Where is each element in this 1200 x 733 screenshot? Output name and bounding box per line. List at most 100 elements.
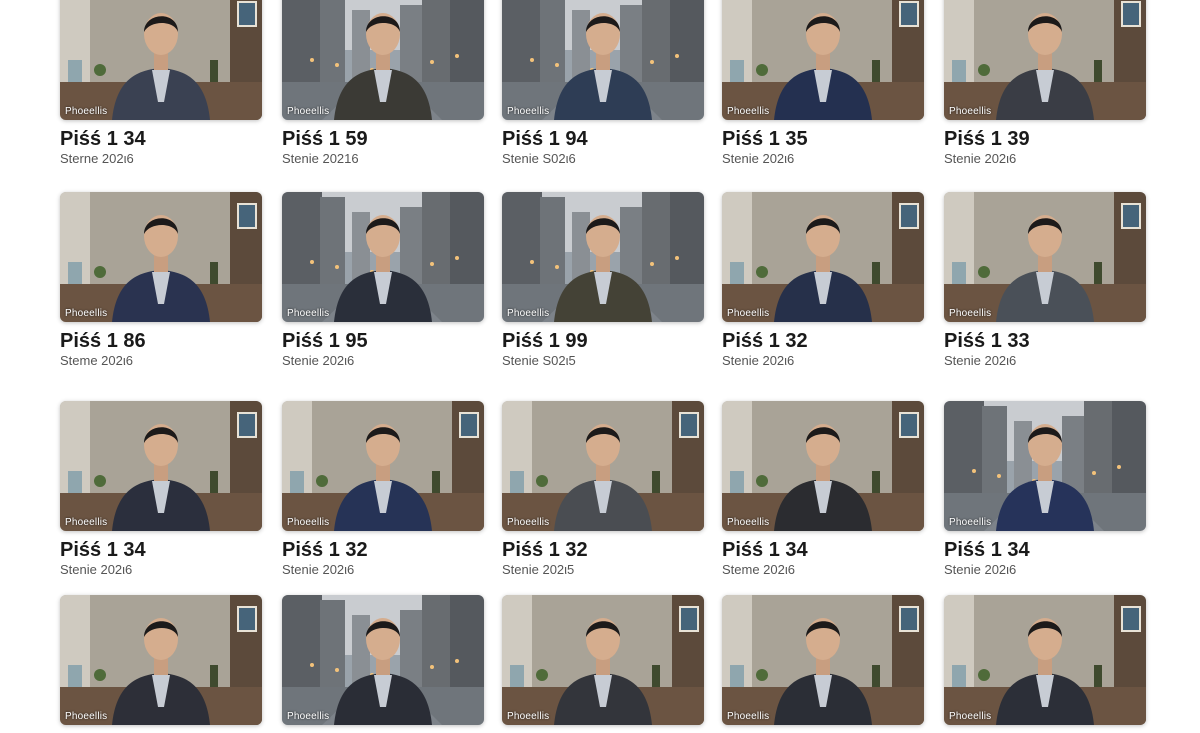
portrait-image <box>60 192 262 322</box>
photo-badge: Phoeellis <box>949 308 992 319</box>
photo-thumbnail[interactable]: Phoeellis <box>944 192 1146 322</box>
photo-card[interactable]: Phoeellis Piśś 1 35 Stenie 202ι6 <box>722 0 926 167</box>
photo-badge: Phoeellis <box>287 711 330 722</box>
photo-badge: Phoeellis <box>507 711 550 722</box>
photo-card[interactable]: Phoeellis Piśś 1 99 Stenie S02ι5 <box>502 192 706 369</box>
portrait-image <box>944 595 1146 725</box>
portrait-image <box>944 0 1146 120</box>
photo-card[interactable]: Phoeellis <box>502 595 706 733</box>
photo-card[interactable]: Phoeellis <box>282 595 486 733</box>
portrait-image <box>944 401 1146 531</box>
photo-badge: Phoeellis <box>507 517 550 528</box>
portrait-image <box>282 0 484 120</box>
photo-badge: Phoeellis <box>65 308 108 319</box>
photo-card[interactable]: Phoeellis Piśś 1 34 Stenie 202ι6 <box>944 401 1148 578</box>
photo-card[interactable]: Phoeellis Piśś 1 34 Sterne 202ι6 <box>60 0 264 167</box>
photo-thumbnail[interactable]: Phoeellis <box>722 401 924 531</box>
photo-card[interactable]: Phoeellis Piśś 1 34 Stenie 202ι6 <box>60 401 264 578</box>
photo-subtitle: Stenie S02ι5 <box>502 353 576 368</box>
photo-subtitle: Steme 202ι6 <box>722 562 795 577</box>
photo-title: Piśś 1 35 <box>722 128 808 150</box>
photo-badge: Phoeellis <box>65 517 108 528</box>
portrait-image <box>722 401 924 531</box>
photo-card[interactable]: Phoeellis Piśś 1 94 Stenie S02ι6 <box>502 0 706 167</box>
photo-title: Piśś 1 34 <box>944 539 1030 561</box>
photo-thumbnail[interactable]: Phoeellis <box>502 595 704 725</box>
photo-thumbnail[interactable]: Phoeellis <box>282 0 484 120</box>
photo-thumbnail[interactable]: Phoeellis <box>722 595 924 725</box>
photo-card[interactable]: Phoeellis Piśś 1 86 Steme 202ι6 <box>60 192 264 369</box>
photo-title: Piśś 1 86 <box>60 330 146 352</box>
photo-badge: Phoeellis <box>949 517 992 528</box>
photo-thumbnail[interactable]: Phoeellis <box>502 192 704 322</box>
photo-thumbnail[interactable]: Phoeellis <box>944 0 1146 120</box>
photo-title: Piśś 1 39 <box>944 128 1030 150</box>
photo-card[interactable]: Phoeellis Piśś 1 34 Steme 202ι6 <box>722 401 926 578</box>
photo-subtitle: Stenie 202ι6 <box>944 353 1017 368</box>
portrait-image <box>282 401 484 531</box>
photo-thumbnail[interactable]: Phoeellis <box>60 595 262 725</box>
photo-card[interactable]: Phoeellis Piśś 1 32 Stenie 202ι5 <box>502 401 706 578</box>
portrait-image <box>944 192 1146 322</box>
portrait-image <box>60 401 262 531</box>
photo-badge: Phoeellis <box>507 308 550 319</box>
portrait-image <box>282 595 484 725</box>
photo-title: Piśś 1 34 <box>722 539 808 561</box>
photo-card[interactable]: Phoeellis Piśś 1 39 Stenie 202ι6 <box>944 0 1148 167</box>
photo-thumbnail[interactable]: Phoeellis <box>944 595 1146 725</box>
photo-subtitle: Stenie 202ι6 <box>282 562 355 577</box>
photo-subtitle: Stenie 202ι6 <box>282 353 355 368</box>
photo-card[interactable]: Phoeellis <box>60 595 264 733</box>
photo-subtitle: Stenie 202ι6 <box>944 151 1017 166</box>
photo-subtitle: Stenie 202ι6 <box>722 151 795 166</box>
photo-badge: Phoeellis <box>287 308 330 319</box>
photo-subtitle: Stenie 202ι5 <box>502 562 575 577</box>
photo-thumbnail[interactable]: Phoeellis <box>502 0 704 120</box>
photo-card[interactable]: Phoeellis <box>722 595 926 733</box>
photo-thumbnail[interactable]: Phoeellis <box>60 192 262 322</box>
photo-title: Piśś 1 95 <box>282 330 368 352</box>
photo-thumbnail[interactable]: Phoeellis <box>60 401 262 531</box>
photo-title: Piśś 1 34 <box>60 539 146 561</box>
photo-title: Piśś 1 34 <box>60 128 146 150</box>
photo-subtitle: Stenie 202ι6 <box>722 353 795 368</box>
photo-thumbnail[interactable]: Phoeellis <box>282 192 484 322</box>
portrait-image <box>502 0 704 120</box>
photo-subtitle: Steme 202ι6 <box>60 353 133 368</box>
photo-title: Piśś 1 99 <box>502 330 588 352</box>
photo-badge: Phoeellis <box>727 711 770 722</box>
photo-thumbnail[interactable]: Phoeellis <box>282 401 484 531</box>
photo-badge: Phoeellis <box>727 308 770 319</box>
photo-badge: Phoeellis <box>65 106 108 117</box>
photo-card[interactable]: Phoeellis <box>944 595 1148 733</box>
photo-card[interactable]: Phoeellis Piśś 1 59 Stenie 20216 <box>282 0 486 167</box>
portrait-image <box>722 595 924 725</box>
portrait-image <box>722 0 924 120</box>
portrait-image <box>502 192 704 322</box>
photo-card[interactable]: Phoeellis Piśś 1 95 Stenie 202ι6 <box>282 192 486 369</box>
photo-title: Piśś 1 32 <box>282 539 368 561</box>
photo-card[interactable]: Phoeellis Piśś 1 33 Stenie 202ι6 <box>944 192 1148 369</box>
photo-card[interactable]: Phoeellis Piśś 1 32 Stenie 202ι6 <box>282 401 486 578</box>
photo-thumbnail[interactable]: Phoeellis <box>722 192 924 322</box>
photo-badge: Phoeellis <box>949 711 992 722</box>
photo-subtitle: Stenie 202ι6 <box>60 562 133 577</box>
photo-thumbnail[interactable]: Phoeellis <box>944 401 1146 531</box>
photo-badge: Phoeellis <box>287 517 330 528</box>
photo-badge: Phoeellis <box>949 106 992 117</box>
portrait-image <box>722 192 924 322</box>
photo-thumbnail[interactable]: Phoeellis <box>282 595 484 725</box>
photo-thumbnail[interactable]: Phoeellis <box>722 0 924 120</box>
photo-title: Piśś 1 32 <box>502 539 588 561</box>
photo-badge: Phoeellis <box>65 711 108 722</box>
photo-title: Piśś 1 32 <box>722 330 808 352</box>
photo-title: Piśś 1 33 <box>944 330 1030 352</box>
portrait-image <box>60 595 262 725</box>
photo-card[interactable]: Phoeellis Piśś 1 32 Stenie 202ι6 <box>722 192 926 369</box>
photo-badge: Phoeellis <box>507 106 550 117</box>
photo-thumbnail[interactable]: Phoeellis <box>60 0 262 120</box>
photo-title: Piśś 1 94 <box>502 128 588 150</box>
photo-thumbnail[interactable]: Phoeellis <box>502 401 704 531</box>
photo-subtitle: Stenie 202ι6 <box>944 562 1017 577</box>
photo-subtitle: Stenie S02ι6 <box>502 151 576 166</box>
